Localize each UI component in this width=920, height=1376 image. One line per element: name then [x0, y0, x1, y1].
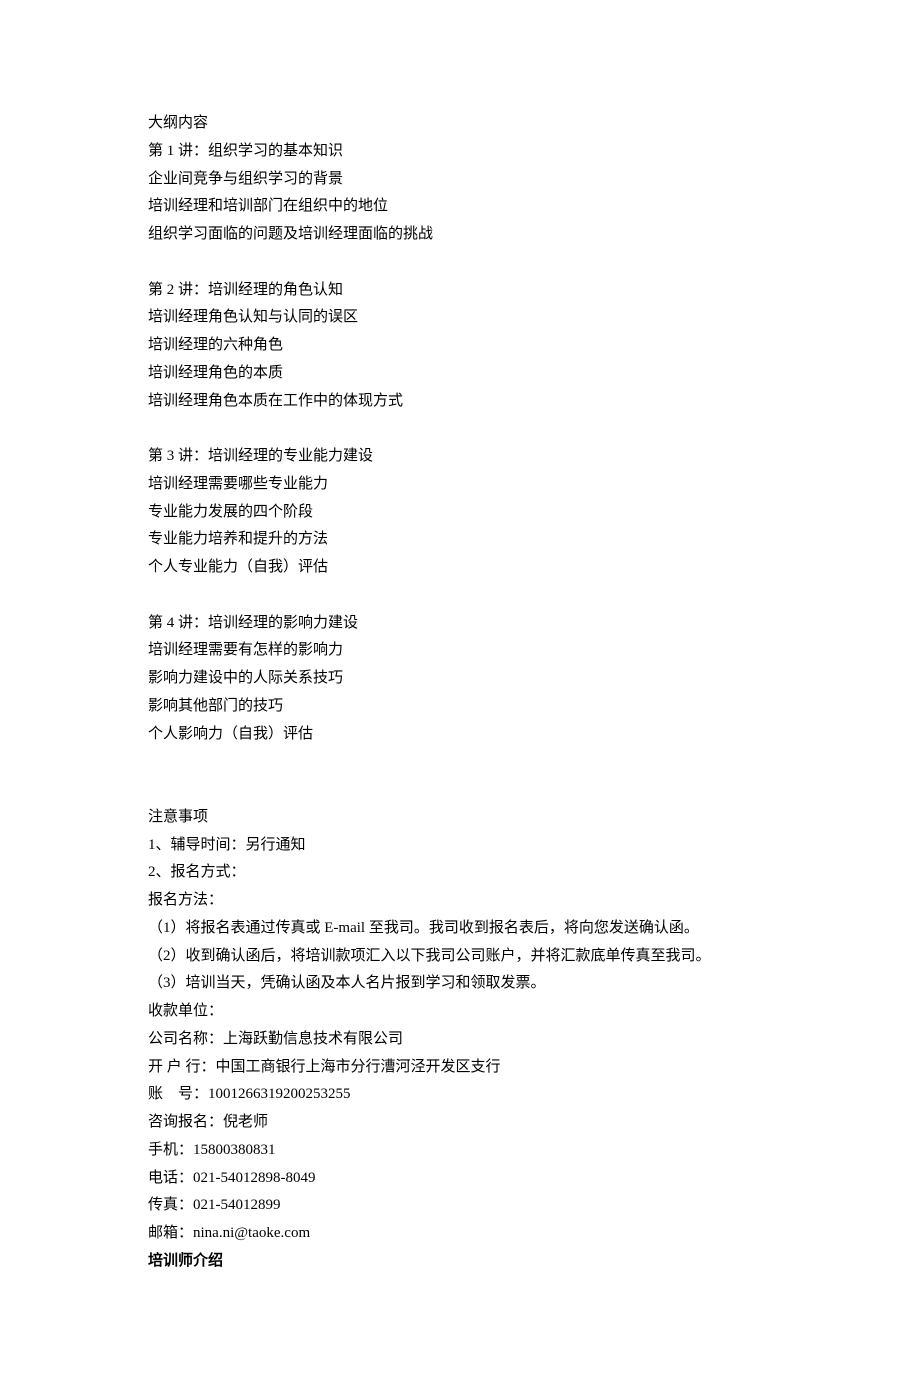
notes-line5: （2）收到确认函后，将培训款项汇入以下我司公司账户，并将汇款底单传真至我司。 [148, 943, 772, 971]
blank-spacer [148, 249, 772, 277]
notes-line13: 电话：021-54012898-8049 [148, 1165, 772, 1193]
section4-line3: 影响其他部门的技巧 [148, 693, 772, 721]
notes-line12: 手机：15800380831 [148, 1137, 772, 1165]
section1-title: 第 1 讲：组织学习的基本知识 [148, 138, 772, 166]
notes-line2: 2、报名方式： [148, 859, 772, 887]
outline-heading: 大纲内容 [148, 110, 772, 138]
section4-line1: 培训经理需要有怎样的影响力 [148, 637, 772, 665]
section4-title: 第 4 讲：培训经理的影响力建设 [148, 610, 772, 638]
blank-spacer [148, 776, 772, 804]
notes-line4: （1）将报名表通过传真或 E-mail 至我司。我司收到报名表后，将向您发送确认… [148, 915, 772, 943]
notes-line7: 收款单位： [148, 998, 772, 1026]
section3-line1: 培训经理需要哪些专业能力 [148, 471, 772, 499]
section1-line3: 组织学习面临的问题及培训经理面临的挑战 [148, 221, 772, 249]
section3-line3: 专业能力培养和提升的方法 [148, 526, 772, 554]
notes-line11: 咨询报名：倪老师 [148, 1109, 772, 1137]
section1-line1: 企业间竞争与组织学习的背景 [148, 166, 772, 194]
section2-line4: 培训经理角色本质在工作中的体现方式 [148, 388, 772, 416]
blank-spacer [148, 415, 772, 443]
notes-line1: 1、辅导时间：另行通知 [148, 832, 772, 860]
notes-line8: 公司名称：上海跃勤信息技术有限公司 [148, 1026, 772, 1054]
section2-line3: 培训经理角色的本质 [148, 360, 772, 388]
section3-line2: 专业能力发展的四个阶段 [148, 499, 772, 527]
notes-line6: （3）培训当天，凭确认函及本人名片报到学习和领取发票。 [148, 970, 772, 998]
section3-line4: 个人专业能力（自我）评估 [148, 554, 772, 582]
section3-title: 第 3 讲：培训经理的专业能力建设 [148, 443, 772, 471]
notes-line10: 账 号：1001266319200253255 [148, 1081, 772, 1109]
section2-line1: 培训经理角色认知与认同的误区 [148, 304, 772, 332]
section2-line2: 培训经理的六种角色 [148, 332, 772, 360]
notes-line14: 传真：021-54012899 [148, 1192, 772, 1220]
section1-line2: 培训经理和培训部门在组织中的地位 [148, 193, 772, 221]
notes-line15: 邮箱：nina.ni@taoke.com [148, 1220, 772, 1248]
section4-line4: 个人影响力（自我）评估 [148, 721, 772, 749]
notes-heading: 注意事项 [148, 804, 772, 832]
blank-spacer [148, 748, 772, 776]
trainer-heading: 培训师介绍 [148, 1248, 772, 1276]
blank-spacer [148, 582, 772, 610]
section4-line2: 影响力建设中的人际关系技巧 [148, 665, 772, 693]
notes-line3: 报名方法： [148, 887, 772, 915]
section2-title: 第 2 讲：培训经理的角色认知 [148, 277, 772, 305]
notes-line9: 开 户 行：中国工商银行上海市分行漕河泾开发区支行 [148, 1054, 772, 1082]
